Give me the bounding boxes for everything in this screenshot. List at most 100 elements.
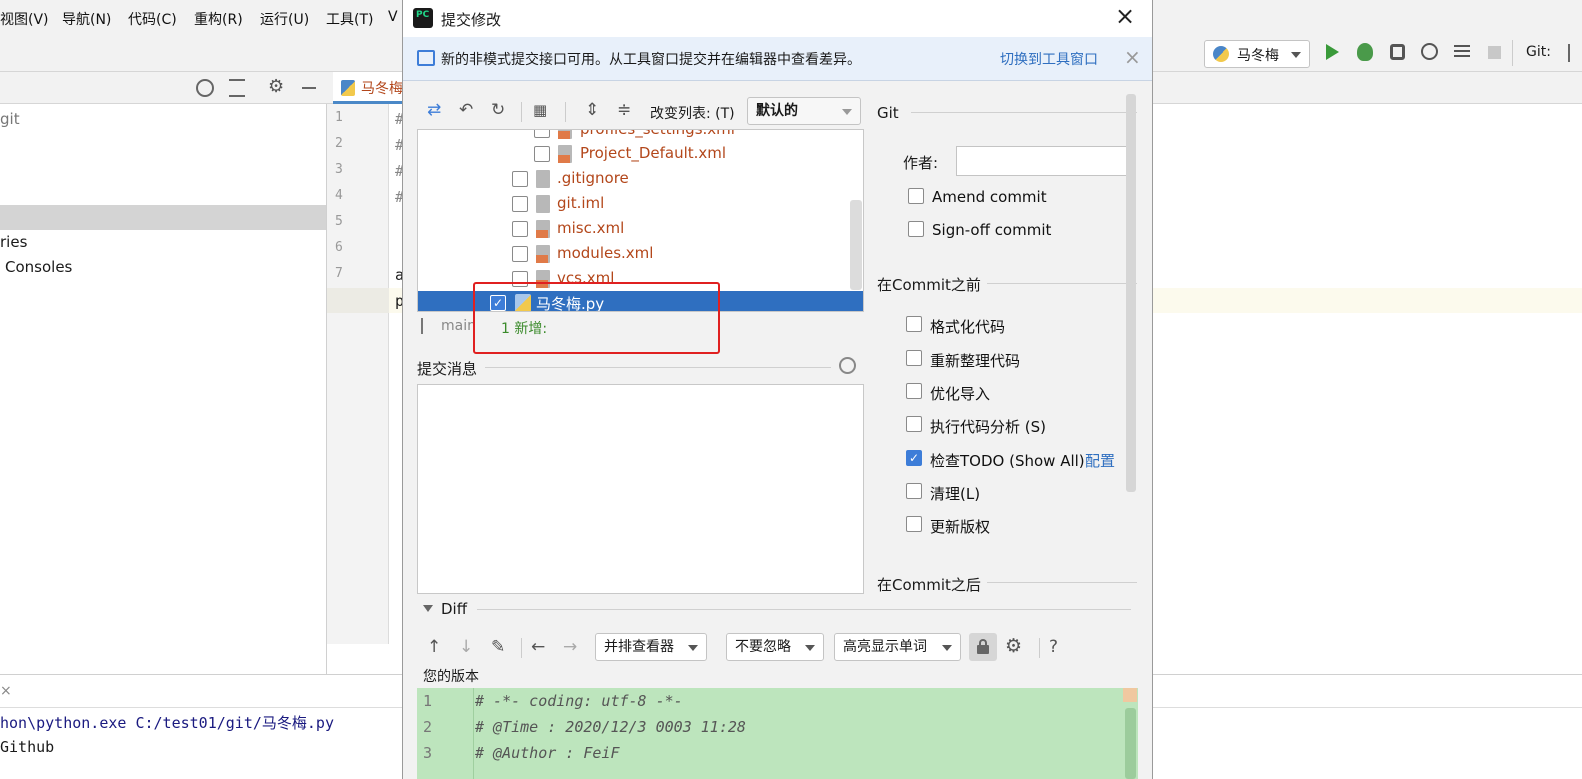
toolbar-divider bbox=[521, 638, 522, 658]
close-icon[interactable]: × bbox=[0, 683, 12, 699]
python-icon bbox=[1213, 46, 1229, 62]
line-number: 1 bbox=[335, 110, 343, 125]
line-number: 4 bbox=[335, 188, 343, 203]
branch-name: main bbox=[441, 318, 476, 334]
project-item-git[interactable]: git bbox=[0, 110, 20, 128]
toolbar-divider bbox=[521, 102, 522, 122]
highlight-dropdown[interactable]: 高亮显示单词 bbox=[834, 633, 961, 661]
tree-row[interactable]: profiles_settings.xml bbox=[418, 130, 863, 143]
ignore-whitespace-value: 不要忽略 bbox=[735, 639, 791, 655]
project-item-libraries[interactable]: ries bbox=[0, 233, 27, 251]
tree-scrollbar[interactable] bbox=[850, 200, 862, 290]
branch-icon bbox=[421, 318, 431, 334]
menu-code[interactable]: 代码(C) bbox=[128, 9, 177, 29]
move-to-changelist-icon[interactable]: ⇄ bbox=[427, 100, 441, 120]
menu-navigate[interactable]: 导航(N) bbox=[62, 9, 111, 29]
close-icon[interactable]: × bbox=[1115, 4, 1135, 28]
file-checkbox[interactable] bbox=[512, 246, 528, 262]
tree-row[interactable]: Project_Default.xml bbox=[418, 142, 863, 167]
editor-tab-label: 马冬梅 bbox=[361, 81, 403, 97]
console-line: hon\python.exe C:/test01/git/马冬梅.py bbox=[0, 714, 334, 732]
diff-scrollbar[interactable] bbox=[1125, 708, 1136, 779]
previous-diff-icon[interactable]: ↑ bbox=[427, 637, 441, 657]
file-checkbox[interactable] bbox=[512, 171, 528, 187]
gear-icon[interactable]: ⚙ bbox=[1005, 635, 1022, 657]
profile-icon[interactable] bbox=[1421, 43, 1438, 60]
switch-to-toolwindow-link[interactable]: 切换到工具窗口 bbox=[1000, 49, 1098, 69]
analyze-code-checkbox[interactable] bbox=[906, 416, 922, 432]
tree-row[interactable]: .gitignore bbox=[418, 167, 863, 192]
optimize-imports-label: 优化导入 bbox=[930, 385, 991, 403]
run-config-selector[interactable]: 马冬梅 bbox=[1204, 40, 1310, 68]
group-by-icon[interactable]: ▦ bbox=[533, 101, 547, 119]
minimize-icon[interactable] bbox=[302, 87, 316, 89]
editor-tab[interactable]: 马冬梅 bbox=[333, 72, 413, 104]
diff-editor[interactable]: 1 # -*- coding: utf-8 -*- 2 # @Time : 20… bbox=[417, 688, 1138, 779]
expand-all-icon[interactable]: ⇕ bbox=[585, 100, 599, 120]
locate-icon[interactable] bbox=[196, 79, 214, 97]
menu-run[interactable]: 运行(U) bbox=[260, 9, 309, 29]
next-file-icon[interactable]: → bbox=[563, 637, 577, 657]
concurrency-icon[interactable] bbox=[1454, 45, 1470, 47]
project-panel-header: ⚙ bbox=[0, 72, 327, 104]
file-checkbox[interactable] bbox=[534, 146, 550, 162]
commit-dialog: PC 提交修改 × 新的非模式提交接口可用。从工具窗口提交并在编辑器中查看差异。… bbox=[402, 0, 1153, 779]
configure-todo-link[interactable]: 配置 bbox=[1085, 450, 1115, 471]
file-checkbox[interactable] bbox=[534, 130, 550, 138]
edit-source-icon[interactable]: ✎ bbox=[491, 637, 505, 657]
collapse-all-icon[interactable]: ≑ bbox=[617, 100, 631, 120]
current-line-gutter bbox=[327, 288, 389, 313]
xml-file-icon bbox=[558, 145, 572, 163]
close-banner-icon[interactable]: × bbox=[1124, 45, 1141, 69]
stop-icon[interactable] bbox=[1488, 46, 1501, 59]
collapse-diff-icon[interactable] bbox=[423, 605, 433, 612]
run-icon[interactable] bbox=[1326, 44, 1339, 60]
author-input[interactable] bbox=[956, 146, 1132, 176]
tree-row[interactable]: git.iml bbox=[418, 192, 863, 217]
dialog-title: 提交修改 bbox=[441, 11, 502, 29]
author-label: 作者: bbox=[903, 154, 939, 172]
rollback-icon[interactable]: ↶ bbox=[459, 100, 473, 120]
file-checkbox[interactable] bbox=[512, 221, 528, 237]
debug-icon[interactable] bbox=[1357, 43, 1373, 61]
changelist-dropdown[interactable]: 默认的 bbox=[747, 97, 861, 125]
history-icon[interactable] bbox=[839, 357, 856, 374]
ignore-whitespace-dropdown[interactable]: 不要忽略 bbox=[726, 633, 824, 661]
menu-tools[interactable]: 工具(T) bbox=[326, 9, 373, 29]
menu-view[interactable]: 视图(V) bbox=[0, 9, 49, 29]
copyright-checkbox[interactable] bbox=[906, 516, 922, 532]
tree-row[interactable]: misc.xml bbox=[418, 217, 863, 242]
next-diff-icon[interactable]: ↓ bbox=[459, 637, 473, 657]
file-checkbox[interactable] bbox=[512, 196, 528, 212]
project-selected-row[interactable] bbox=[0, 205, 326, 230]
amend-checkbox[interactable] bbox=[908, 188, 924, 204]
diff-line-number: 1 bbox=[423, 692, 433, 710]
rearrange-checkbox[interactable] bbox=[906, 350, 922, 366]
refresh-icon[interactable]: ↻ bbox=[491, 100, 505, 120]
signoff-checkbox[interactable] bbox=[908, 221, 924, 237]
commit-message-label: 提交消息 bbox=[417, 360, 478, 378]
project-item-consoles[interactable]: Consoles bbox=[5, 258, 72, 276]
diff-viewer-dropdown[interactable]: 并排查看器 bbox=[595, 633, 707, 661]
commit-message-input[interactable] bbox=[417, 384, 864, 594]
amend-label: Amend commit bbox=[932, 188, 1047, 206]
reformat-checkbox[interactable] bbox=[906, 316, 922, 332]
gear-icon[interactable]: ⚙ bbox=[268, 76, 284, 97]
tree-row[interactable]: modules.xml bbox=[418, 242, 863, 267]
menu-vcs[interactable]: V bbox=[388, 9, 398, 25]
coverage-icon[interactable] bbox=[1390, 44, 1405, 60]
check-todo-checkbox[interactable]: ✓ bbox=[906, 450, 922, 466]
git-branch-icon[interactable] bbox=[1568, 44, 1580, 62]
optimize-imports-checkbox[interactable] bbox=[906, 383, 922, 399]
lock-button[interactable] bbox=[969, 633, 997, 661]
cleanup-checkbox[interactable] bbox=[906, 483, 922, 499]
line-number: 5 bbox=[335, 214, 343, 229]
changelist-value: 默认的 bbox=[756, 103, 798, 119]
analyze-code-label: 执行代码分析 (S) bbox=[930, 418, 1046, 436]
menu-refactor[interactable]: 重构(R) bbox=[194, 9, 243, 29]
options-scrollbar[interactable] bbox=[1126, 94, 1136, 492]
collapse-all-icon[interactable] bbox=[229, 79, 245, 97]
help-icon[interactable]: ? bbox=[1049, 637, 1058, 657]
section-divider bbox=[987, 283, 1137, 284]
previous-file-icon[interactable]: ← bbox=[531, 637, 545, 657]
